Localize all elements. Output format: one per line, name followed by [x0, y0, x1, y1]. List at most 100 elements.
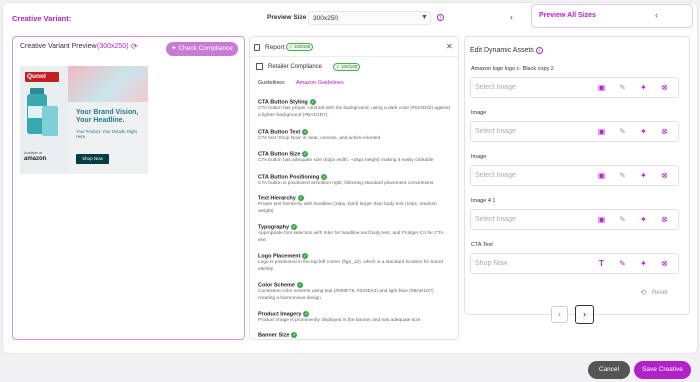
remove-icon[interactable]: ⊗	[660, 127, 669, 136]
check-desc: Logo is positioned in the top left corne…	[258, 260, 443, 272]
check-title: CTA Button Positioning ✓	[258, 174, 328, 180]
check-title: Color Scheme ✓	[258, 282, 303, 288]
edit-icon[interactable]: ✎	[618, 215, 627, 224]
ad-body: Your Product, Your Details, Right Here.	[76, 129, 137, 139]
check-desc: CTA button has proper contrast with the …	[258, 106, 450, 118]
check-title: CTA Button Styling ✓	[258, 99, 316, 105]
remove-icon[interactable]: ⊗	[660, 215, 669, 224]
check-desc: CTA text 'Shop Now' is clear, concise, a…	[258, 136, 381, 141]
variant-preview-label: Creative Variant Preview	[20, 43, 97, 50]
asset-label: Amazon logo logo c- Black copy 2	[471, 66, 554, 72]
report-icon	[254, 44, 260, 51]
caret-down-icon[interactable]: ▼	[421, 14, 428, 21]
asset-label: Image	[471, 110, 487, 116]
guidelines-link[interactable]: Amazon Guidelines	[296, 80, 344, 86]
check-circle-icon: ✓	[291, 332, 298, 338]
info-icon[interactable]: i	[437, 14, 444, 21]
ad-logo: Qunol	[25, 72, 59, 82]
ad-product-box	[42, 106, 58, 136]
edit-icon[interactable]: ✎	[618, 171, 627, 180]
divider	[250, 56, 458, 57]
check-circle-icon: ✓	[321, 174, 328, 180]
sparkle-icon[interactable]: ✦	[639, 83, 648, 92]
check-desc: CTA button is positioned at bottom right…	[258, 181, 434, 186]
check-desc: Consistent color scheme using teal (#006…	[258, 289, 434, 301]
check-circle-icon: ✓	[296, 282, 303, 288]
preview-all-label[interactable]: Preview All Sizes	[539, 12, 596, 19]
reset-icon[interactable]: ⟲	[640, 288, 647, 297]
ad-retailer-logo: amazon	[24, 156, 47, 162]
check-desc: Product image is prominently displayed i…	[258, 318, 421, 323]
edit-icon[interactable]: ✎	[618, 83, 627, 92]
asset-label: CTA Text	[471, 242, 493, 248]
asset-placeholder: Select Image	[475, 128, 516, 135]
edit-icon[interactable]: ✎	[618, 127, 627, 136]
check-circle-icon: ✓	[291, 224, 298, 230]
guidelines-label: Guidelines:	[258, 80, 286, 86]
next-button[interactable]: ›	[575, 305, 594, 324]
image-icon[interactable]: ▣	[597, 215, 606, 224]
check-title: Product Imagery ✓	[258, 311, 310, 318]
check-title-text: Logo Placement	[258, 253, 301, 260]
score-badge: ✓ 100/100	[286, 43, 314, 51]
asset-label: Image 4 1	[471, 198, 496, 204]
ad-lifestyle-photo	[68, 66, 148, 102]
ad-available-at: Available at	[24, 151, 43, 155]
check-title-text: Product Imagery	[258, 311, 302, 318]
reset-button[interactable]: Reset	[652, 290, 668, 296]
sparkle-icon[interactable]: ✦	[639, 259, 648, 268]
asset-placeholder: Select Image	[475, 216, 516, 223]
chevron-left-icon[interactable]: ‹	[510, 12, 513, 22]
info-icon[interactable]: i	[536, 47, 543, 54]
variant-title: Creative Variant:	[12, 14, 72, 23]
check-title-text: CTA Button Size	[258, 151, 301, 158]
refresh-icon[interactable]: ⟳	[131, 42, 138, 51]
check-title-text: CTA Button Styling	[258, 99, 308, 106]
check-title-text: Typography	[258, 224, 290, 231]
image-icon[interactable]: ▣	[597, 83, 606, 92]
check-title-text: Color Scheme	[258, 282, 295, 289]
close-icon[interactable]: ✕	[446, 42, 453, 51]
edit-icon[interactable]: ✎	[618, 259, 627, 268]
ad-cta-button: Shop Now	[76, 154, 109, 164]
check-desc: CTA button has adequate size (82px width…	[258, 158, 434, 163]
store-icon	[256, 63, 263, 70]
check-title-text: Text Hierarchy	[258, 195, 296, 202]
score-badge-text: 100/100	[294, 44, 311, 49]
check-circle-icon: ✓	[302, 151, 309, 157]
check-desc: Appropriate font selection with Inter fo…	[258, 231, 444, 243]
image-icon[interactable]: ▣	[597, 127, 606, 136]
check-circle-icon: ✓	[303, 311, 310, 317]
check-compliance-label: Check Compliance	[178, 45, 233, 52]
remove-icon[interactable]: ⊗	[660, 83, 669, 92]
asset-label: Image	[471, 154, 487, 160]
retailer-score-badge: ✓ 100/100	[333, 63, 361, 71]
image-icon[interactable]: ▣	[597, 171, 606, 180]
check-title-text: Banner Size	[258, 332, 290, 339]
check-circle-icon: ✓	[297, 195, 304, 201]
asset-placeholder: Select Image	[475, 84, 516, 91]
text-icon[interactable]: T	[597, 259, 606, 268]
ad-banner-preview: Qunol Available at amazon Your Brand Vis…	[20, 66, 148, 174]
check-title: Banner Size ✓	[258, 332, 298, 339]
preview-size-label: Preview Size	[267, 14, 307, 21]
check-title: Text Hierarchy ✓	[258, 195, 304, 201]
prev-button[interactable]: ‹	[551, 306, 568, 323]
check-title-text: CTA Button Text	[258, 129, 301, 136]
asset-placeholder: Select Image	[475, 172, 516, 179]
save-creative-button[interactable]: Save Creative	[634, 361, 691, 379]
preview-size-select[interactable]: 300x250	[308, 11, 431, 25]
sparkle-icon[interactable]: ✦	[639, 215, 648, 224]
retailer-compliance-label: Retailer Compliance	[268, 64, 323, 70]
cta-text-value: Shop Now	[475, 260, 508, 267]
remove-icon[interactable]: ⊗	[660, 259, 669, 268]
check-compliance-button[interactable]: ✦ Check Compliance	[166, 42, 238, 56]
remove-icon[interactable]: ⊗	[660, 171, 669, 180]
chevron-left-icon[interactable]: ‹	[655, 10, 658, 20]
check-circle-icon: ✓	[302, 253, 309, 259]
check-circle-icon: ✓	[309, 99, 316, 105]
sparkle-icon[interactable]: ✦	[639, 171, 648, 180]
cancel-button[interactable]: Cancel	[588, 361, 630, 379]
sparkle-icon[interactable]: ✦	[639, 127, 648, 136]
check-title: Typography ✓	[258, 224, 298, 231]
